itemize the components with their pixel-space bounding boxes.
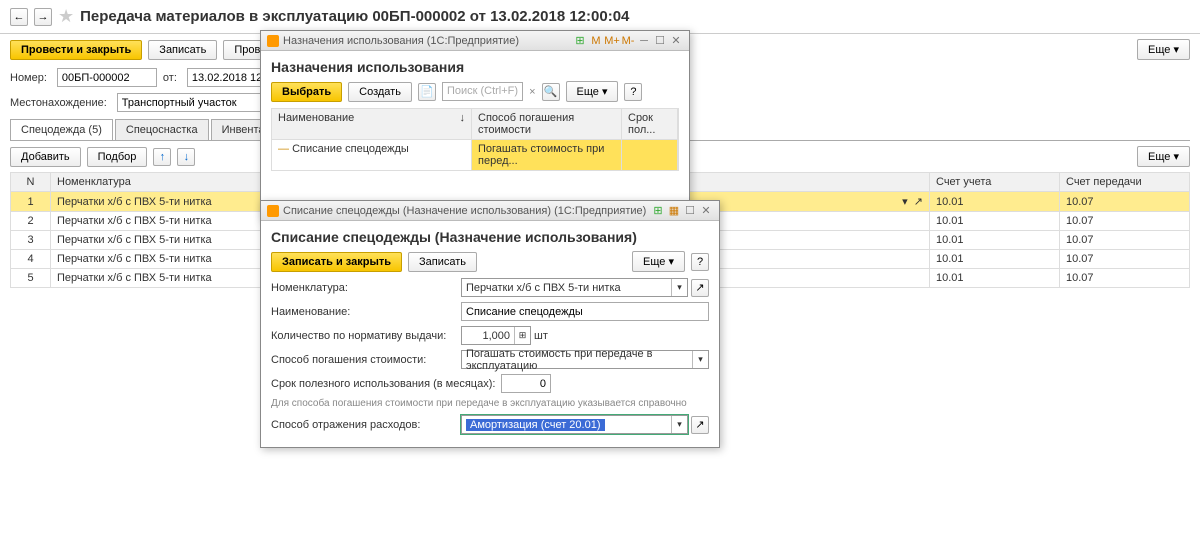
- tab-more-button[interactable]: Еще ▾: [1137, 146, 1190, 167]
- page-title: Передача материалов в эксплуатацию 00БП-…: [80, 8, 629, 25]
- col-account-transfer[interactable]: Счет передачи: [1060, 173, 1190, 192]
- tab-spetsosnastka[interactable]: Спецоснастка: [115, 119, 209, 140]
- dialog2-save-button[interactable]: Записать: [408, 252, 477, 272]
- create-button[interactable]: Создать: [348, 82, 412, 102]
- maximize-icon[interactable]: ☐: [683, 204, 697, 218]
- forward-button[interactable]: →: [34, 8, 52, 26]
- dialog2-more-button[interactable]: Еще ▾: [632, 251, 685, 272]
- tab-spetsodezhda[interactable]: Спецодежда (5): [10, 119, 113, 140]
- back-button[interactable]: ←: [10, 8, 28, 26]
- method-field[interactable]: Погашать стоимость при передаче в эксплу…: [461, 350, 709, 369]
- qty-label: Количество по нормативу выдачи:: [271, 330, 461, 342]
- qty-field[interactable]: 1,000 ⊞: [461, 326, 531, 345]
- dialog2-help-button[interactable]: ?: [691, 253, 709, 271]
- help-button[interactable]: ?: [624, 83, 642, 101]
- find-button[interactable]: 🔍: [542, 83, 560, 101]
- minimize-icon[interactable]: ─: [637, 34, 651, 48]
- name-label: Наименование:: [271, 306, 461, 318]
- maximize-icon[interactable]: ☐: [653, 34, 667, 48]
- close-icon[interactable]: ✕: [699, 204, 713, 218]
- number-label: Номер:: [10, 72, 47, 84]
- usage-purposes-dialog: Назначения использования (1С:Предприятие…: [260, 30, 690, 220]
- favorite-star-icon[interactable]: ★: [58, 6, 74, 27]
- qty-unit: шт: [534, 330, 548, 342]
- method-label: Способ погашения стоимости:: [271, 354, 461, 366]
- term-label: Срок полезного использования (в месяцах)…: [271, 378, 501, 390]
- move-down-button[interactable]: ↓: [177, 148, 195, 166]
- col-naimenovanie[interactable]: Наименование↓: [272, 109, 472, 139]
- win-calc-icon[interactable]: ⊞: [651, 204, 665, 218]
- add-button[interactable]: Добавить: [10, 147, 81, 167]
- save-close-button[interactable]: Записать и закрыть: [271, 252, 402, 272]
- win-calc-icon[interactable]: ⊞: [573, 34, 587, 48]
- more-button[interactable]: Еще ▾: [1137, 39, 1190, 60]
- name-field[interactable]: [461, 302, 709, 321]
- post-and-close-button[interactable]: Провести и закрыть: [10, 40, 142, 60]
- win-m-icon[interactable]: M: [589, 34, 603, 48]
- calc-icon[interactable]: ⊞: [514, 327, 530, 344]
- win-table-icon[interactable]: ▦: [667, 204, 681, 218]
- open-ref-button[interactable]: ↗: [691, 416, 709, 434]
- pick-button[interactable]: Подбор: [87, 147, 148, 167]
- dialog1-heading: Назначения использования: [271, 59, 679, 75]
- expense-label: Способ отражения расходов:: [271, 419, 461, 431]
- move-up-button[interactable]: ↑: [153, 148, 171, 166]
- expense-field[interactable]: Амортизация (счет 20.01) ▾: [461, 415, 688, 434]
- number-field[interactable]: [57, 68, 157, 87]
- dialog1-title: Назначения использования (1С:Предприятие…: [283, 35, 519, 47]
- app-icon: [267, 205, 279, 217]
- hint-text: Для способа погашения стоимости при пере…: [271, 398, 709, 409]
- win-mplus-icon[interactable]: M+: [605, 34, 619, 48]
- open-ref-button[interactable]: ↗: [691, 279, 709, 297]
- usage-row[interactable]: — Списание спецодежды Погашать стоимость…: [271, 140, 679, 171]
- col-term[interactable]: Срок пол...: [622, 109, 678, 139]
- dropdown-icon[interactable]: ▾: [671, 416, 687, 433]
- dropdown-icon[interactable]: ▾: [692, 351, 708, 368]
- copy-button[interactable]: 📄: [418, 83, 436, 101]
- dialog2-title: Списание спецодежды (Назначение использо…: [283, 205, 646, 217]
- dropdown-icon[interactable]: ▾: [671, 279, 687, 296]
- win-mminus-icon[interactable]: M-: [621, 34, 635, 48]
- nomen-label: Номенклатура:: [271, 282, 461, 294]
- writeoff-dialog: Списание спецодежды (Назначение использо…: [260, 200, 720, 448]
- from-label: от:: [163, 72, 177, 84]
- location-label: Местонахождение:: [10, 97, 107, 109]
- save-button[interactable]: Записать: [148, 40, 217, 60]
- col-account[interactable]: Счет учета: [930, 173, 1060, 192]
- col-method[interactable]: Способ погашения стоимости: [472, 109, 622, 139]
- search-input[interactable]: Поиск (Ctrl+F): [442, 82, 523, 101]
- dialog1-more-button[interactable]: Еще ▾: [566, 81, 619, 102]
- term-field[interactable]: [501, 374, 551, 393]
- dialog2-heading: Списание спецодежды (Назначение использо…: [271, 229, 709, 245]
- nomen-field[interactable]: Перчатки х/б с ПВХ 5-ти нитка ▾: [461, 278, 688, 297]
- close-icon[interactable]: ✕: [669, 34, 683, 48]
- app-icon: [267, 35, 279, 47]
- col-n[interactable]: N: [11, 173, 51, 192]
- select-button[interactable]: Выбрать: [271, 82, 342, 102]
